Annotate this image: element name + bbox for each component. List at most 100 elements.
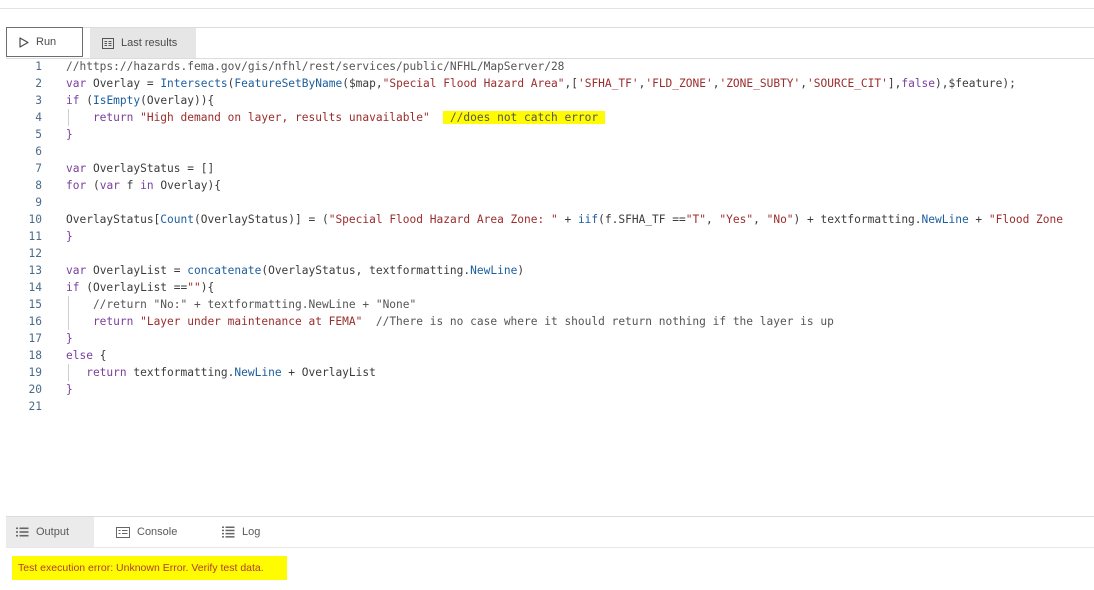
code-line: 4 return "High demand on layer, results …: [6, 109, 1094, 126]
code-token: ,: [753, 213, 767, 226]
code-token: (: [86, 94, 93, 107]
line-number: 11: [28, 230, 42, 243]
code-text: return "Layer under maintenance at FEMA"…: [66, 313, 834, 330]
code-token: "Yes": [719, 213, 754, 226]
code-token: Overlay =: [92, 77, 161, 90]
results-icon: [102, 37, 114, 49]
run-label: Run: [36, 36, 57, 48]
code-text: return "High demand on layer, results un…: [66, 109, 605, 126]
code-line: 9: [6, 194, 1094, 211]
code-token: IsEmpty: [92, 94, 141, 107]
code-token: //does not catch error: [443, 111, 605, 124]
line-number: 6: [35, 145, 42, 158]
code-token: iif: [577, 213, 599, 226]
log-icon: [222, 526, 235, 538]
code-token: concatenate: [187, 264, 262, 277]
tab-log[interactable]: Log: [212, 517, 292, 547]
code-token: ),$feature);: [935, 77, 1016, 90]
code-line: 11}: [6, 228, 1094, 245]
code-token: "High demand on layer, results unavailab…: [140, 111, 430, 124]
code-line: 10 OverlayStatus[Count(OverlayStatus)] = …: [6, 211, 1094, 228]
error-message-text: Test execution error: Unknown Error. Ver…: [18, 562, 264, 574]
code-token: }: [66, 128, 73, 141]
code-token: OverlayList =: [92, 264, 188, 277]
code-token: ,: [705, 213, 720, 226]
code-text: if (IsEmpty(Overlay)){: [66, 92, 214, 109]
code-token: ): [517, 264, 525, 277]
test-toolbar: Run Last results: [6, 27, 1094, 59]
top-divider: [0, 8, 1094, 9]
code-token: 'SOURCE_CIT': [807, 77, 888, 90]
code-token: "T": [685, 213, 706, 226]
code-token: (f.SFHA_TF ==: [598, 213, 686, 226]
tab-output-label: Output: [36, 526, 70, 538]
code-token: Intersects: [160, 77, 228, 90]
line-number: 15: [28, 298, 42, 311]
code-text: //return "No:" + textformatting.NewLine …: [66, 296, 416, 313]
code-line: 14 if (OverlayList ==""){: [6, 279, 1094, 296]
list-icon: [16, 527, 29, 537]
line-number: 3: [35, 94, 42, 107]
code-token: }: [66, 230, 73, 243]
code-token: 'SFHA_TF': [577, 77, 639, 90]
code-text: var Overlay = Intersects(FeatureSetByNam…: [66, 75, 1016, 92]
code-text: OverlayStatus[Count(OverlayStatus)] = ("…: [66, 211, 1063, 228]
code-token: Overlay){: [160, 179, 221, 192]
code-text: //https://hazards.fema.gov/gis/nfhl/rest…: [66, 58, 564, 75]
code-line: 12: [6, 245, 1094, 262]
code-text: return textformatting.NewLine + OverlayL…: [66, 364, 376, 381]
code-token: + OverlayList: [281, 366, 376, 379]
code-text: if (OverlayList ==""){: [66, 279, 214, 296]
code-line: 6: [6, 143, 1094, 160]
code-token: return: [66, 366, 134, 379]
code-text: for (var f in Overlay){: [66, 177, 221, 194]
code-token: 'ZONE_SUBTY': [719, 77, 801, 90]
line-number: 17: [28, 332, 42, 345]
last-results-label: Last results: [121, 37, 178, 49]
code-text: }: [66, 228, 73, 245]
code-text: }: [66, 126, 73, 143]
line-number: 16: [28, 315, 42, 328]
line-number: 8: [35, 179, 42, 192]
line-number: 18: [28, 349, 42, 362]
code-token: NewLine: [234, 366, 282, 379]
code-token: var: [66, 162, 93, 175]
code-token: OverlayStatus = []: [92, 162, 215, 175]
tab-console[interactable]: Console: [106, 517, 206, 547]
code-token: "Layer under maintenance at FEMA": [140, 315, 363, 328]
last-results-tab[interactable]: Last results: [90, 28, 196, 58]
code-token: OverlayStatus[: [66, 213, 161, 226]
code-line: 17}: [6, 330, 1094, 347]
code-token: "": [187, 281, 201, 294]
line-number: 9: [35, 196, 42, 209]
line-number: 1: [35, 60, 42, 73]
code-token: 'FLD_ZONE': [645, 77, 713, 90]
code-line: 1 //https://hazards.fema.gov/gis/nfhl/res…: [6, 58, 1094, 75]
line-number: 5: [35, 128, 42, 141]
code-token: ($map,: [342, 77, 383, 90]
code-token: //There is no case where it should retur…: [362, 315, 834, 328]
code-token: NewLine: [921, 213, 969, 226]
code-token: f: [126, 179, 141, 192]
line-number: 20: [28, 383, 42, 396]
code-token: ){: [200, 281, 215, 294]
code-token: }: [66, 332, 73, 345]
code-line: 8 for (var f in Overlay){: [6, 177, 1094, 194]
run-button[interactable]: Run: [6, 27, 83, 57]
code-line: 15 //return "No:" + textformatting.NewLi…: [6, 296, 1094, 313]
line-number: 21: [28, 400, 42, 413]
line-number: 13: [28, 264, 42, 277]
code-token: (OverlayList ==: [86, 281, 188, 294]
code-line: 21: [6, 398, 1094, 415]
line-number: 14: [28, 281, 42, 294]
code-token: in: [140, 179, 161, 192]
code-token: ) + textformatting.: [793, 213, 922, 226]
code-token: Count: [160, 213, 194, 226]
code-token: "No": [766, 213, 794, 226]
code-token: (OverlayStatus, textformatting.: [261, 264, 471, 277]
code-token: FeatureSetByName: [234, 77, 343, 90]
code-editor[interactable]: 1 //https://hazards.fema.gov/gis/nfhl/res…: [6, 58, 1094, 514]
tab-output[interactable]: Output: [6, 517, 94, 547]
code-token: var: [66, 264, 93, 277]
